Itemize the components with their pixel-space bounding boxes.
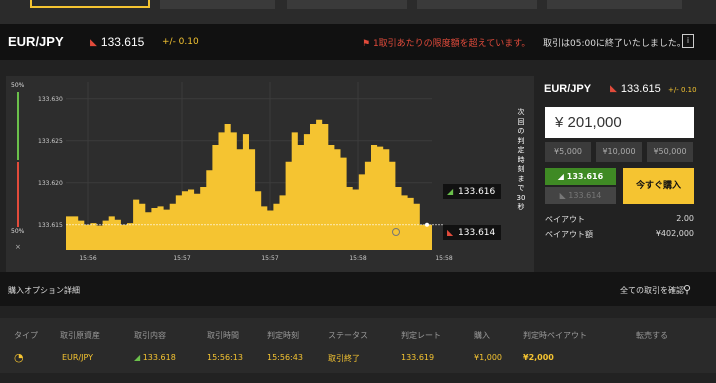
row-content: ◢ 133.618 (134, 353, 176, 362)
x-tick-label: 15:56 (79, 255, 96, 262)
tab-active[interactable] (30, 0, 150, 8)
amount-input[interactable]: ¥ 201,000 (545, 107, 694, 138)
row-judge-time: 15:56:43 (267, 353, 303, 362)
row-asset: EUR/JPY (62, 353, 94, 362)
y-tick-label: 133.615 (38, 222, 63, 229)
high-price-label: ◢ 133.616 (443, 184, 501, 199)
limit-warning-text: 1取引あたりの限度額を超えています。 (372, 39, 531, 49)
tab-3[interactable] (287, 0, 407, 9)
countdown-text: 次回の判定時刻まで30秒 (516, 108, 526, 211)
quick-amount-5000[interactable]: ¥5,000 (545, 142, 591, 162)
order-rate-down-icon: ◣ (610, 83, 617, 93)
payout-value: 2.00 (676, 214, 694, 223)
y-tick-label: 133.630 (38, 96, 63, 103)
row-payout: ¥2,000 (523, 353, 554, 362)
th-asset: 取引原資産 (60, 331, 100, 340)
rate-down-icon: ◣ (90, 37, 97, 47)
up-icon: ◢ (447, 187, 454, 196)
search-icon[interactable]: ⚲ (683, 283, 691, 296)
current-rate-value: 133.615 (100, 35, 145, 49)
current-rate: ◣ 133.615 (90, 35, 144, 49)
purchase-detail-title: 購入オプション詳細 (8, 286, 80, 295)
type-gauge-icon: ◔ (14, 351, 24, 364)
asset-header: EUR/JPY ◣ 133.615 +/- 0.10 ⚑ 1取引あたりの限度額を超… (0, 24, 716, 60)
tab-2[interactable] (160, 0, 275, 9)
asset-pair: EUR/JPY (8, 34, 64, 49)
th-type: タイプ (14, 331, 38, 340)
th-trade-time: 取引時間 (207, 331, 239, 340)
x-tick-label: 15:58 (435, 255, 452, 262)
x-tick-label: 15:57 (261, 255, 278, 262)
info-icon[interactable]: i (682, 34, 694, 48)
limit-warning: ⚑ 1取引あたりの限度額を超えています。 (362, 36, 530, 49)
order-rate: ◣ 133.615 (610, 83, 661, 95)
gauge-bottom-pct: 50% (11, 228, 25, 235)
row-status: 取引終了 (328, 354, 360, 363)
payout-label: ペイアウト (545, 215, 585, 224)
tab-4[interactable] (417, 0, 537, 9)
confirm-all-link[interactable]: 全ての取引を確認 (620, 285, 684, 296)
flag-icon: ⚑ (362, 39, 371, 49)
th-payout: 判定時ペイアウト (523, 331, 587, 340)
th-resell: 転売する (636, 331, 668, 340)
low-price-label: ◣ 133.614 (443, 225, 501, 240)
gauge-down-bar (17, 162, 19, 227)
x-tick-label: 15:58 (349, 255, 366, 262)
th-status: ステータス (328, 331, 368, 340)
payout-amount-value: ¥402,000 (655, 229, 694, 238)
payout-amount-label: ペイアウト額 (545, 230, 593, 239)
buy-now-button[interactable]: 今すぐ購入 (623, 168, 694, 204)
rate-change: +/- 0.10 (162, 37, 199, 47)
down-icon: ◣ (447, 228, 454, 237)
price-chart: 133.615 133.620 133.625 133.630 15:56 15:57 15… (38, 82, 453, 262)
y-tick-label: 133.620 (38, 180, 63, 187)
order-change: +/- 0.10 (668, 86, 697, 94)
purchase-detail-bar (0, 272, 716, 306)
low-down-icon: ◣ (559, 191, 566, 200)
th-purchase: 購入 (474, 331, 490, 340)
row-judge-rate: 133.619 (401, 353, 435, 362)
th-content: 取引内容 (134, 331, 166, 340)
order-pair: EUR/JPY (544, 83, 592, 95)
quick-amount-50000[interactable]: ¥50,000 (647, 142, 693, 162)
low-button[interactable]: ◣ 133.614 (545, 187, 616, 204)
row-up-icon: ◢ (134, 353, 141, 362)
quick-amount-10000[interactable]: ¥10,000 (596, 142, 642, 162)
row-purchase: ¥1,000 (474, 353, 502, 362)
gauge-up-bar (17, 92, 19, 160)
gauge-top-pct: 50% (11, 82, 25, 89)
y-tick-label: 133.625 (38, 138, 63, 145)
closed-notice: 取引は05:00に終了いたしました。 (543, 39, 686, 49)
tab-5[interactable] (547, 0, 682, 9)
x-tick-label: 15:57 (173, 255, 190, 262)
price-area (66, 119, 432, 250)
top-tabs-strip (0, 0, 716, 24)
high-button[interactable]: ◢ 133.616 (545, 168, 616, 185)
row-trade-time: 15:56:13 (207, 353, 243, 362)
gauge-close-icon[interactable]: × (15, 243, 21, 251)
th-judge-rate: 判定レート (401, 331, 441, 340)
trade-table (0, 318, 716, 373)
strike-point (425, 222, 429, 227)
th-judge-time: 判定時刻 (267, 331, 299, 340)
high-up-icon: ◢ (557, 172, 564, 181)
